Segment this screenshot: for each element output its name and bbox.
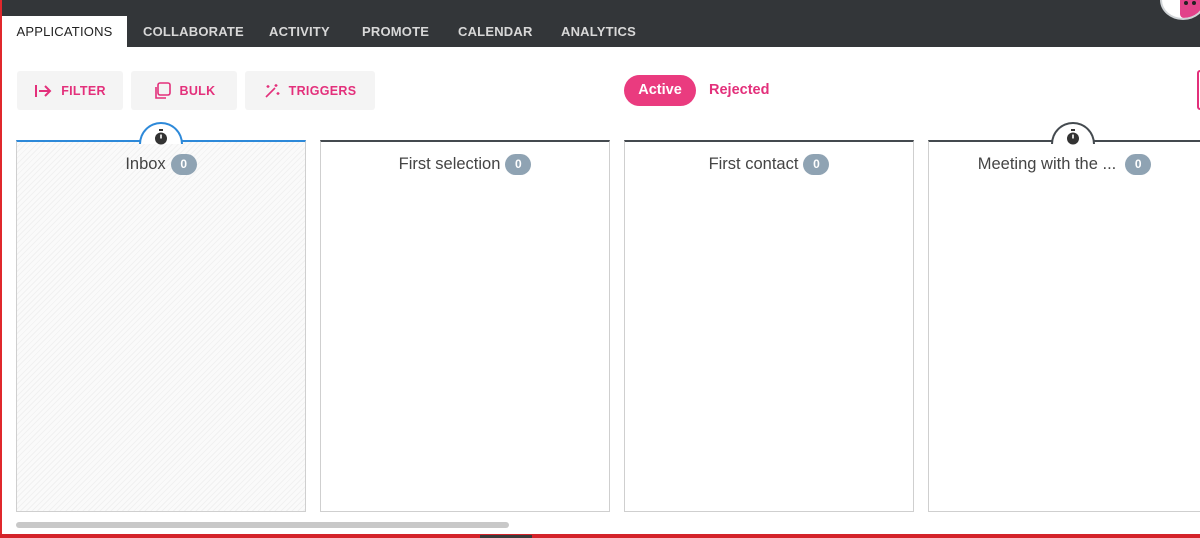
count-badge: 0 bbox=[1125, 154, 1152, 175]
tab-calendar[interactable]: CALENDAR bbox=[458, 16, 533, 47]
pipeline-column-first-contact[interactable]: First contact 0 bbox=[624, 140, 914, 512]
horizontal-scrollbar[interactable] bbox=[16, 522, 509, 528]
triggers-button[interactable]: TRIGGERS bbox=[245, 71, 375, 110]
count-badge: 0 bbox=[803, 154, 830, 175]
bulk-button-label: BULK bbox=[179, 83, 216, 98]
column-header: Meeting with the ... 0 bbox=[929, 154, 1200, 175]
window-frame-left bbox=[0, 0, 2, 538]
arrow-right-to-bar-icon bbox=[34, 84, 52, 98]
column-title: First contact bbox=[708, 155, 799, 173]
column-timer-tab[interactable] bbox=[1051, 122, 1095, 145]
tab-promote[interactable]: PROMOTE bbox=[362, 16, 429, 47]
pipeline-column-inbox[interactable]: Inbox 0 bbox=[16, 122, 306, 512]
tab-applications[interactable]: APPLICATIONS bbox=[2, 16, 127, 47]
column-timer-tab[interactable] bbox=[139, 122, 183, 145]
top-navigation-bar: APPLICATIONS COLLABORATE ACTIVITY PROMOT… bbox=[0, 0, 1200, 47]
column-title: First selection bbox=[398, 155, 501, 173]
active-filter-toggle[interactable]: Active bbox=[624, 75, 696, 106]
user-avatar[interactable] bbox=[1160, 0, 1200, 20]
column-header: Inbox 0 bbox=[17, 154, 305, 175]
filter-button-label: FILTER bbox=[61, 83, 106, 98]
column-header: First selection 0 bbox=[321, 154, 609, 175]
column-title: Inbox bbox=[125, 155, 166, 173]
tab-activity[interactable]: ACTIVITY bbox=[269, 16, 330, 47]
rejected-filter-toggle[interactable]: Rejected bbox=[709, 75, 769, 106]
column-header: First contact 0 bbox=[625, 154, 913, 175]
window-frame-bottom bbox=[0, 534, 1200, 538]
triggers-button-label: TRIGGERS bbox=[288, 83, 357, 98]
avatar-face-icon bbox=[1180, 0, 1200, 18]
pipeline-column-meeting[interactable]: Meeting with the ... 0 bbox=[928, 122, 1200, 512]
filter-button[interactable]: FILTER bbox=[17, 71, 123, 110]
count-badge: 0 bbox=[170, 154, 197, 175]
bulk-button[interactable]: BULK bbox=[131, 71, 237, 110]
copy-icon bbox=[153, 81, 171, 100]
count-badge: 0 bbox=[505, 154, 532, 175]
pipeline-column-first-selection[interactable]: First selection 0 bbox=[320, 140, 610, 512]
magic-wand-icon bbox=[264, 83, 280, 99]
tab-collaborate[interactable]: COLLABORATE bbox=[143, 16, 244, 47]
tab-analytics[interactable]: ANALYTICS bbox=[561, 16, 636, 47]
column-title: Meeting with the ... bbox=[977, 155, 1117, 173]
